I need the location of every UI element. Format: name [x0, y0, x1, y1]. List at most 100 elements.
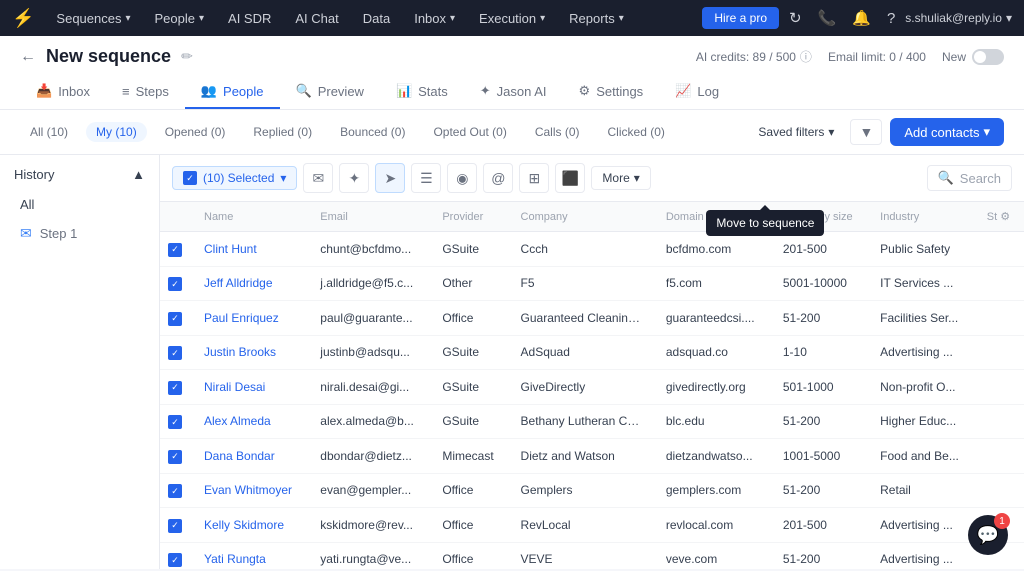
row-industry: IT Services ... [868, 266, 975, 301]
add-contacts-button[interactable]: Add contacts ▾ [890, 118, 1004, 146]
select-all-checkbox[interactable] [183, 171, 197, 185]
nav-sequences[interactable]: Sequences ▾ [46, 7, 140, 30]
filter-replied[interactable]: Replied (0) [243, 122, 322, 142]
tab-people[interactable]: 👥 People [185, 75, 280, 109]
table-row[interactable]: Kelly Skidmore kskidmore@rev... Office R… [160, 508, 1024, 543]
chat-bubble-button[interactable]: 💬 1 [968, 515, 1008, 555]
row-name[interactable]: Evan Whitmoyer [192, 473, 308, 508]
search-box[interactable]: 🔍 Search [927, 165, 1012, 191]
row-check-6[interactable] [168, 450, 182, 464]
more-button[interactable]: More ▾ [591, 166, 650, 190]
add-to-sequence-button[interactable]: ✦ [339, 163, 369, 193]
edit-title-icon[interactable]: ✏ [181, 48, 193, 65]
row-checkbox[interactable] [160, 232, 192, 267]
nav-ai-chat[interactable]: AI Chat [285, 7, 348, 30]
col-settings-icon[interactable]: ⚙ [1000, 211, 1010, 223]
move-to-sequence-button[interactable]: ➤ Move to sequence [375, 163, 405, 193]
saved-filters-button[interactable]: Saved filters ▾ [750, 121, 842, 143]
filter-opted-out[interactable]: Opted Out (0) [423, 122, 516, 142]
row-domain: bcfdmo.com [654, 232, 771, 267]
row-name[interactable]: Kelly Skidmore [192, 508, 308, 543]
nav-data[interactable]: Data [353, 7, 400, 30]
filter-bounced[interactable]: Bounced (0) [330, 122, 415, 142]
row-name[interactable]: Nirali Desai [192, 370, 308, 405]
nav-inbox[interactable]: Inbox ▾ [404, 7, 465, 30]
row-name[interactable]: Yati Rungta [192, 542, 308, 569]
tab-jason-ai[interactable]: ✦ Jason AI [464, 75, 563, 109]
send-email-button[interactable]: ✉ [303, 163, 333, 193]
row-name[interactable]: Jeff Alldridge [192, 266, 308, 301]
new-toggle[interactable]: New [942, 49, 1004, 65]
delete-button[interactable]: ⬛ [555, 163, 585, 193]
row-check-9[interactable] [168, 553, 182, 567]
row-check-1[interactable] [168, 277, 182, 291]
row-check-5[interactable] [168, 415, 182, 429]
phone-icon-button[interactable]: 📞 [812, 5, 843, 31]
filter-all[interactable]: All (10) [20, 122, 78, 142]
nav-execution[interactable]: Execution ▾ [469, 7, 555, 30]
table-row[interactable]: Yati Rungta yati.rungta@ve... Office VEV… [160, 542, 1024, 569]
mention-button[interactable]: @ [483, 163, 513, 193]
row-checkbox[interactable] [160, 266, 192, 301]
row-checkbox[interactable] [160, 404, 192, 439]
table-row[interactable]: Nirali Desai nirali.desai@gi... GSuite G… [160, 370, 1024, 405]
nav-ai-sdr[interactable]: AI SDR [218, 7, 281, 30]
tab-settings[interactable]: ⚙ Settings [563, 75, 660, 109]
help-icon-button[interactable]: ? [881, 6, 901, 31]
sidebar-item-all[interactable]: All [6, 191, 153, 218]
row-check-3[interactable] [168, 346, 182, 360]
row-check-2[interactable] [168, 312, 182, 326]
bell-icon-button[interactable]: 🔔 [846, 5, 877, 31]
mark-replied-button[interactable]: ◉ [447, 163, 477, 193]
table-row[interactable]: Paul Enriquez paul@guarante... Office Gu… [160, 301, 1024, 336]
stats-icon: 📊 [396, 83, 412, 99]
row-email: kskidmore@rev... [308, 508, 430, 543]
row-name[interactable]: Alex Almeda [192, 404, 308, 439]
table-row[interactable]: Jeff Alldridge j.alldridge@f5.c... Other… [160, 266, 1024, 301]
row-checkbox[interactable] [160, 370, 192, 405]
row-name[interactable]: Clint Hunt [192, 232, 308, 267]
tab-inbox[interactable]: 📥 Inbox [20, 75, 106, 109]
row-check-0[interactable] [168, 243, 182, 257]
filter-calls[interactable]: Calls (0) [525, 122, 590, 142]
back-button[interactable]: ← [20, 48, 36, 66]
user-menu-button[interactable]: s.shuliak@reply.io ▾ [905, 11, 1012, 25]
row-checkbox[interactable] [160, 301, 192, 336]
row-checkbox[interactable] [160, 542, 192, 569]
tab-log[interactable]: 📈 Log [659, 75, 735, 109]
refresh-icon-button[interactable]: ↻ [783, 5, 808, 31]
sidebar-collapse-icon[interactable]: ▲ [132, 167, 145, 182]
row-name[interactable]: Paul Enriquez [192, 301, 308, 336]
toggle-switch[interactable] [972, 49, 1004, 65]
table-row[interactable]: Clint Hunt chunt@bcfdmo... GSuite Ccch b… [160, 232, 1024, 267]
sidebar-item-step1[interactable]: ✉ Step 1 [6, 219, 153, 248]
table-row[interactable]: Justin Brooks justinb@adsqu... GSuite Ad… [160, 335, 1024, 370]
table-row[interactable]: Evan Whitmoyer evan@gempler... Office Ge… [160, 473, 1024, 508]
tab-preview[interactable]: 🔍 Preview [280, 75, 380, 109]
table-row[interactable]: Alex Almeda alex.almeda@b... GSuite Beth… [160, 404, 1024, 439]
row-name[interactable]: Justin Brooks [192, 335, 308, 370]
row-checkbox[interactable] [160, 335, 192, 370]
filter-opened[interactable]: Opened (0) [155, 122, 236, 142]
row-checkbox[interactable] [160, 473, 192, 508]
hire-pro-button[interactable]: Hire a pro [702, 7, 779, 29]
tab-steps[interactable]: ≡ Steps [106, 76, 185, 109]
grid-button[interactable]: ⊞ [519, 163, 549, 193]
nav-reports[interactable]: Reports ▾ [559, 7, 634, 30]
row-checkbox[interactable] [160, 439, 192, 474]
list-options-button[interactable]: ☰ [411, 163, 441, 193]
row-checkbox[interactable] [160, 508, 192, 543]
nav-people[interactable]: People ▾ [145, 7, 215, 30]
row-check-4[interactable] [168, 381, 182, 395]
row-name[interactable]: Dana Bondar [192, 439, 308, 474]
table-row[interactable]: Dana Bondar dbondar@dietz... Mimecast Di… [160, 439, 1024, 474]
row-check-7[interactable] [168, 484, 182, 498]
row-check-8[interactable] [168, 519, 182, 533]
filter-my[interactable]: My (10) [86, 122, 147, 142]
selected-badge[interactable]: (10) Selected ▾ [172, 166, 297, 190]
move-to-sequence-tooltip: Move to sequence [706, 210, 824, 236]
row-size: 201-500 [771, 232, 868, 267]
filter-funnel-button[interactable]: ▼ [850, 119, 882, 145]
tab-stats[interactable]: 📊 Stats [380, 75, 464, 109]
filter-clicked[interactable]: Clicked (0) [598, 122, 675, 142]
